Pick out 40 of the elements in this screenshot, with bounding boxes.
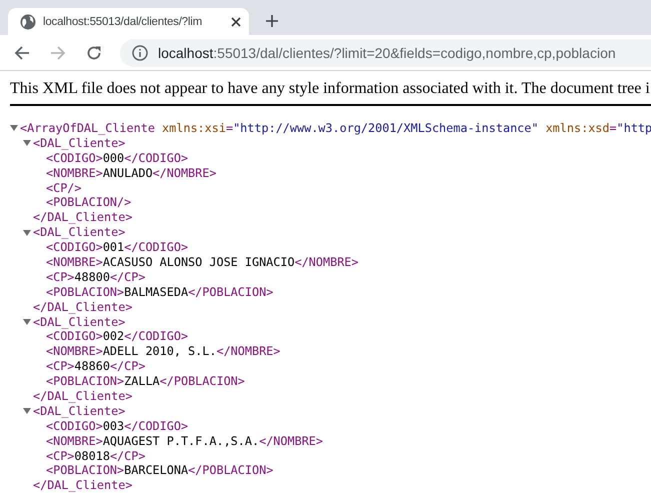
close-icon[interactable] (231, 16, 241, 26)
xml-line: <POBLACION>ZALLA</POBLACION> (46, 374, 245, 390)
back-arrow-icon[interactable] (14, 44, 30, 60)
notice-text: This XML file does not appear to have any style information associated with it. The document tree i (9, 79, 651, 98)
xml-line: <POBLACION/> (46, 195, 132, 210)
globe-icon (20, 14, 36, 30)
xml-line: <CODIGO>001</CODIGO> (46, 240, 188, 256)
triangle-icon[interactable] (23, 407, 31, 416)
info-icon[interactable] (132, 44, 148, 60)
xml-line: </DAL_Cliente> (33, 300, 132, 315)
xml-line: <CP>08018</CP> (46, 448, 146, 464)
xml-line: <NOMBRE>ANULADO</NOMBRE> (46, 166, 216, 181)
triangle-icon[interactable] (23, 139, 31, 148)
xml-line: </DAL_Cliente> (33, 389, 132, 404)
xml-line: <DAL_Cliente> (33, 404, 126, 419)
xml-line: <CP/> (46, 180, 82, 196)
xml-line: </DAL_Cliente> (33, 210, 132, 226)
address-bar[interactable]: localhost:55013/dal/clientes/?limit=20&fields=codigo,nombre,cp,poblacion (120, 38, 651, 66)
xml-line: <CODIGO>002</CODIGO> (46, 329, 188, 344)
xml-line: <NOMBRE>ACASUSO ALONSO JOSE IGNACIO</NOMBRE> (46, 255, 359, 270)
browser-tab[interactable]: localhost:55013/dal/clientes/?lim (8, 8, 249, 35)
tab-title: localhost:55013/dal/clientes/?lim (43, 16, 203, 28)
reload-icon[interactable] (86, 44, 102, 60)
xml-line: <NOMBRE>AQUAGEST P.T.F.A.,S.A.</NOMBRE> (46, 434, 324, 449)
triangle-icon[interactable] (10, 124, 18, 132)
xml-line: </DAL_Cliente> (33, 478, 132, 493)
xml-line: <CP>48800</CP> (46, 270, 146, 285)
xml-line: <POBLACION>BARCELONA</POBLACION> (46, 463, 274, 478)
triangle-icon[interactable] (23, 228, 31, 237)
xml-line: <CP>48860</CP> (46, 359, 146, 374)
xml-line: <DAL_Cliente> (33, 314, 126, 330)
xml-line: <NOMBRE>ADELL 2010, S.L.</NOMBRE> (46, 344, 280, 360)
xml-line: <DAL_Cliente> (33, 136, 126, 151)
xml-line: <DAL_Cliente> (33, 225, 126, 240)
xml-line: <POBLACION>BALMASEDA</POBLACION> (46, 284, 274, 300)
new-tab-icon[interactable] (266, 15, 278, 27)
triangle-icon[interactable] (23, 318, 31, 326)
xml-line: <CODIGO>003</CODIGO> (46, 418, 188, 434)
url-text: localhost:55013/dal/clientes/?limit=20&fields=codigo,nombre,cp,poblacion (158, 44, 616, 60)
xml-line: <CODIGO>000</CODIGO> (46, 150, 188, 166)
